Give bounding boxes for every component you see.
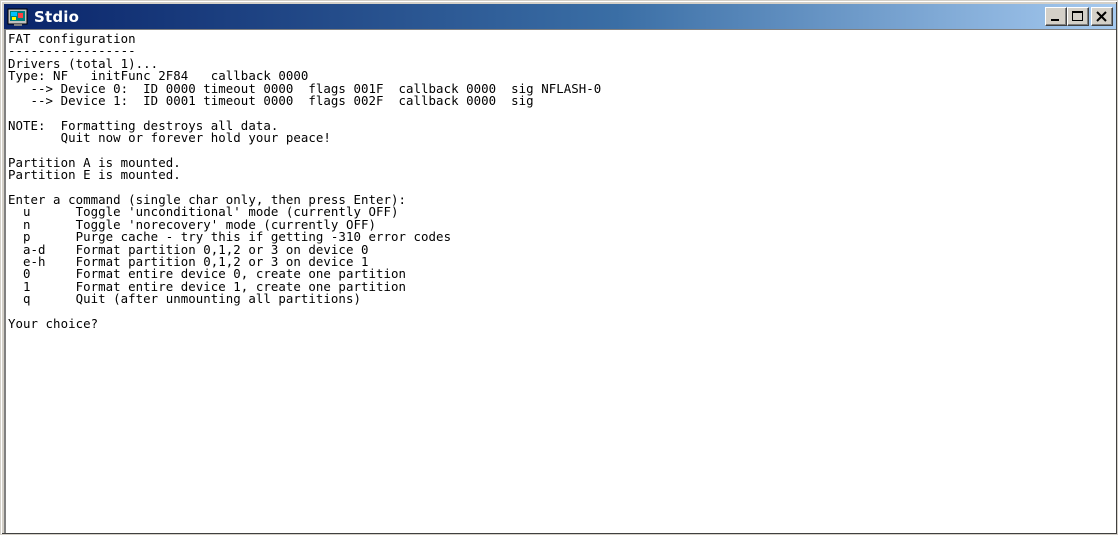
- console-line: -----------------: [8, 43, 136, 59]
- minimize-icon: [1051, 19, 1059, 21]
- window-title: Stdio: [34, 7, 80, 26]
- console-app-icon: [7, 8, 28, 26]
- title-bar[interactable]: Stdio: [4, 4, 1116, 29]
- window-controls: [1045, 7, 1113, 26]
- console-line: FAT configuration: [8, 31, 136, 46]
- console-line: Partition E is mounted.: [8, 167, 181, 183]
- console-line: q Quit (after unmounting all partitions): [8, 291, 361, 307]
- maximize-button[interactable]: [1067, 7, 1089, 26]
- minimize-button[interactable]: [1045, 7, 1067, 26]
- close-button[interactable]: [1091, 7, 1113, 26]
- console-window: Stdio FAT configuration ----------------…: [0, 0, 1118, 535]
- console-output[interactable]: FAT configuration ----------------- Driv…: [4, 29, 1116, 533]
- console-line: Quit now or forever hold your peace!: [8, 130, 331, 146]
- close-icon: [1096, 11, 1107, 22]
- maximize-icon: [1072, 11, 1083, 21]
- console-prompt: Your choice?: [8, 315, 99, 331]
- console-line: --> Device 1: ID 0001 timeout 0000 flags…: [8, 92, 534, 108]
